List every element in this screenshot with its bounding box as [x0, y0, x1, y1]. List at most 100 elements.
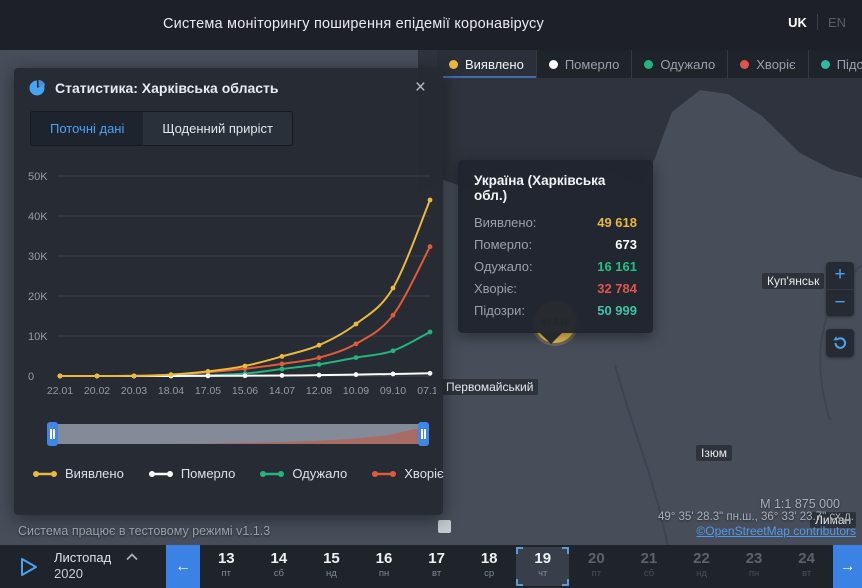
day-number: 20 — [587, 550, 605, 567]
legend-dot-icon — [740, 59, 750, 69]
day-weekday: сб — [643, 568, 655, 579]
day-number: 23 — [745, 550, 763, 567]
day-weekday: пн — [378, 568, 390, 579]
zoom-controls: + − — [826, 262, 854, 316]
tooltip-row-value: 32 784 — [597, 281, 637, 296]
map-legend: Виявлено Померло Одужало Хворіє Підозри — [437, 50, 862, 78]
chart-legend-item-died[interactable]: Померло — [148, 466, 235, 481]
timeline-day-18[interactable]: 18 ср — [463, 545, 516, 588]
day-weekday: нд — [326, 568, 337, 579]
day-number: 13 — [217, 550, 235, 567]
osm-attribution-link[interactable]: ©OpenStreetMap contributors — [696, 524, 856, 538]
lang-uk-button[interactable]: UK — [788, 15, 807, 30]
month-selector[interactable]: Листопад 2020 — [54, 545, 166, 588]
timeline-day-24[interactable]: 24 вт — [780, 545, 833, 588]
close-icon[interactable]: × — [412, 78, 429, 97]
map-coordinates: 49° 35' 28.3" пн.ш., 36° 33' 23.7" сх.д. — [657, 511, 854, 523]
map-legend-item-suspected[interactable]: Підозри — [807, 50, 862, 78]
timeline-day-15[interactable]: 15 нд — [305, 545, 358, 588]
svg-text:22.01: 22.01 — [47, 385, 73, 397]
tooltip-row-value: 50 999 — [597, 303, 637, 318]
app-root: Куп'янськ Первомайський Ізюм Лиман М 1:1… — [0, 0, 862, 588]
tooltip-rows: Виявлено: 49 618 Померло: 673 Одужало: 16 161… — [474, 212, 637, 322]
tooltip-row-value: 673 — [615, 237, 637, 252]
svg-text:10K: 10K — [28, 331, 48, 343]
svg-text:30K: 30K — [28, 251, 48, 263]
svg-text:12.08: 12.08 — [306, 385, 332, 397]
legend-item-label: Померло — [564, 56, 620, 72]
map-legend-item-died[interactable]: Померло — [535, 50, 632, 78]
month-name: Листопад — [54, 550, 112, 565]
day-number: 14 — [270, 550, 288, 567]
legend-dot-icon — [644, 59, 654, 69]
prev-day-button[interactable]: ← — [166, 545, 200, 588]
tab-current-data[interactable]: Поточні дані — [31, 112, 144, 145]
tooltip-row-suspected: Підозри: 50 999 — [474, 300, 637, 322]
day-weekday: пт — [591, 568, 602, 579]
day-number: 15 — [323, 550, 340, 567]
timeline-day-19[interactable]: 19 чт — [516, 547, 570, 586]
next-day-button[interactable]: → — [833, 545, 862, 588]
day-weekday: вт — [802, 568, 812, 579]
timeline-day-20[interactable]: 20 пт — [570, 545, 623, 588]
chart-legend-item-sick[interactable]: Хворіє — [371, 466, 444, 481]
tooltip-row-detected: Виявлено: 49 618 — [474, 212, 637, 234]
day-number: 18 — [480, 550, 498, 567]
app-title: Система моніторингу поширення епідемії к… — [163, 16, 544, 32]
legend-item-label: Виявлено — [465, 56, 524, 72]
zoom-out-button[interactable]: − — [826, 289, 854, 316]
map-legend-item-recovered[interactable]: Одужало — [631, 50, 727, 78]
selection-corner — [562, 579, 570, 586]
play-button[interactable] — [0, 545, 54, 588]
map-legend-item-sick[interactable]: Хворіє — [727, 50, 807, 78]
slider-handle-left[interactable] — [47, 422, 58, 446]
lang-en-button[interactable]: EN — [828, 15, 846, 30]
series-line-detected — [59, 199, 431, 377]
month-year: 2020 — [54, 566, 83, 581]
timeline-day-13[interactable]: 13 пт — [200, 545, 253, 588]
svg-text:07.11: 07.11 — [417, 385, 436, 397]
map-label-pervomaiskyi: Первомайський — [441, 379, 539, 395]
tooltip-row-sick: Хворіє: 32 784 — [474, 278, 637, 300]
timeline-day-16[interactable]: 16 пн — [358, 545, 411, 588]
svg-text:10.09: 10.09 — [343, 385, 369, 397]
refresh-icon — [833, 336, 847, 349]
svg-text:09.10: 09.10 — [380, 385, 406, 397]
zoom-in-button[interactable]: + — [826, 262, 854, 289]
play-icon — [21, 557, 37, 576]
tab-daily-growth[interactable]: Щоденний приріст — [143, 112, 292, 145]
legend-line-icon — [33, 470, 57, 477]
tooltip-row-died: Померло: 673 — [474, 234, 637, 256]
chart-legend-item-detected[interactable]: Виявлено — [32, 466, 124, 481]
timeline-day-17[interactable]: 17 вт — [410, 545, 463, 588]
tooltip-title: Україна (Харківська обл.) — [474, 173, 606, 203]
day-number: 16 — [375, 550, 393, 567]
day-number: 17 — [428, 550, 445, 567]
tooltip-row-label: Померло: — [474, 237, 533, 252]
day-weekday: вт — [432, 568, 442, 579]
svg-text:40K: 40K — [28, 211, 48, 223]
chart-legend-item-recovered[interactable]: Одужало — [259, 466, 347, 481]
refresh-button[interactable] — [826, 329, 854, 357]
legend-line-icon — [260, 470, 285, 477]
timeline-day-21[interactable]: 21 сб — [623, 545, 676, 588]
slider-minimap — [52, 424, 424, 444]
timeline-day-22[interactable]: 22 нд — [675, 545, 728, 588]
svg-text:17.05: 17.05 — [195, 385, 221, 397]
timeline-day-14[interactable]: 14 сб — [253, 545, 306, 588]
map-legend-item-detected[interactable]: Виявлено — [437, 50, 536, 78]
tooltip-row-label: Виявлено: — [474, 215, 537, 230]
svg-text:20.02: 20.02 — [84, 385, 110, 397]
timeline-day-23[interactable]: 23 пн — [728, 545, 781, 588]
date-range-slider[interactable] — [47, 420, 429, 448]
chart-svg: 0 10K 20K 30K 40K 50K 22.01 20.02 20.03 18.04 17.0… — [28, 171, 443, 397]
legend-line-icon — [372, 470, 397, 477]
pie-chart-icon — [29, 79, 46, 96]
svg-text:20.03: 20.03 — [121, 385, 147, 397]
tooltip-row-recovered: Одужало: 16 161 — [474, 256, 637, 278]
tooltip-row-label: Хворіє: — [474, 281, 518, 296]
slider-handle-right[interactable] — [418, 422, 429, 446]
app-header: Система моніторингу поширення епідемії к… — [0, 0, 862, 50]
map-label-kupyansk: Куп'янськ — [762, 273, 825, 289]
legend-dot-icon — [820, 59, 830, 69]
